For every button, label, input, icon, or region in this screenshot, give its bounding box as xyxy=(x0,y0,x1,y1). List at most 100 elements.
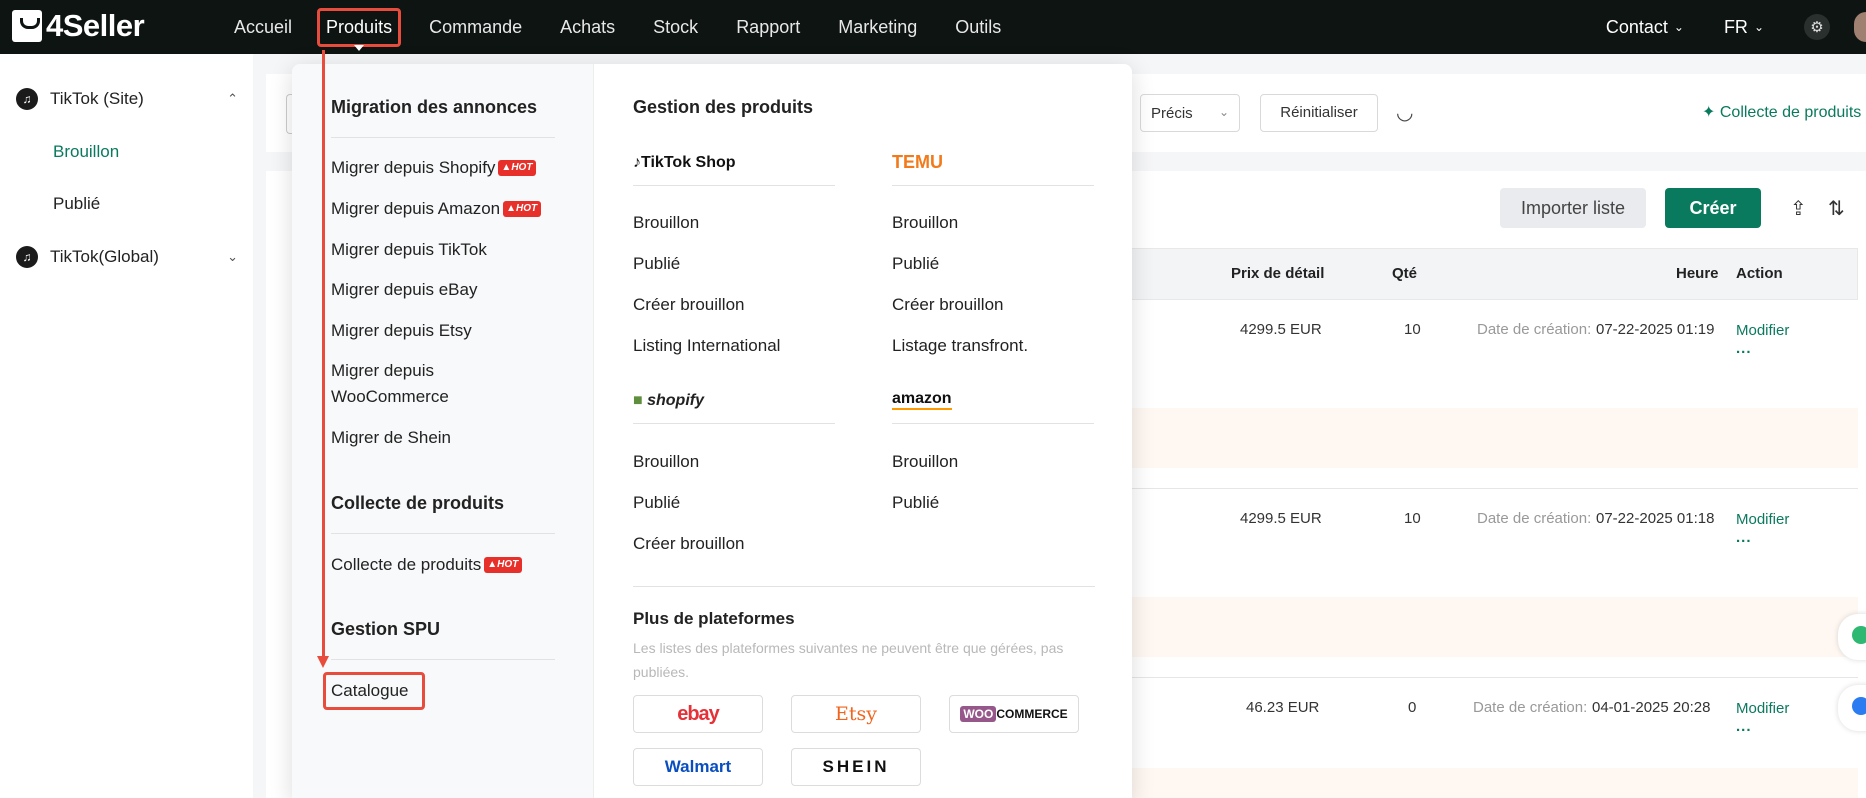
row-time-value: 04-01-2025 20:28 xyxy=(1592,699,1711,716)
menu-item-tiktok-publie[interactable]: Publié xyxy=(633,254,680,274)
shopping-bag-icon xyxy=(12,10,42,42)
etsy-platform-button[interactable]: Etsy xyxy=(791,695,921,733)
chat-icon xyxy=(1852,626,1866,644)
tiktok-icon: ♪ xyxy=(633,154,641,171)
woocommerce-platform-button[interactable]: WOO COMMERCE xyxy=(949,695,1079,733)
menu-item-label: Migrer depuis Amazon xyxy=(331,199,501,218)
menu-item-temu-brouillon[interactable]: Brouillon xyxy=(892,213,958,233)
nav-accueil[interactable]: Accueil xyxy=(234,17,292,38)
help-float-button[interactable] xyxy=(1838,685,1866,731)
fire-icon: ▲ xyxy=(501,162,512,173)
walmart-platform-button[interactable]: Walmart xyxy=(633,748,763,786)
sidebar: ♫ TikTok (Site) ⌃ Brouillon Publié ♫ Tik… xyxy=(0,54,253,798)
section-title-migration: Migration des annonces xyxy=(331,97,538,117)
row-qty: 10 xyxy=(1404,510,1421,527)
sidebar-item-brouillon[interactable]: Brouillon xyxy=(53,142,119,162)
menu-item-migrate-amazon[interactable]: Migrer depuis Amazon ▲HOT xyxy=(331,196,542,222)
ebay-platform-button[interactable]: ebay xyxy=(633,695,763,733)
more-actions-button[interactable]: ... xyxy=(1736,529,1752,546)
row-time-value: 07-22-2025 01:18 xyxy=(1596,510,1715,527)
menu-item-migrate-shopify[interactable]: Migrer depuis Shopify ▲HOT xyxy=(331,155,537,181)
menu-left-column: Migration des annonces Migrer depuis Sho… xyxy=(292,64,594,798)
nav-marketing[interactable]: Marketing xyxy=(838,17,917,38)
reset-button[interactable]: Réinitialiser xyxy=(1260,94,1378,132)
match-mode-value: Précis xyxy=(1151,105,1193,122)
chevron-down-icon: ⌄ xyxy=(227,249,238,264)
menu-item-temu-listage-transfront[interactable]: Listage transfront. xyxy=(892,336,1028,356)
import-list-button[interactable]: Importer liste xyxy=(1500,188,1646,228)
sidebar-group-label: TikTok(Global) xyxy=(50,247,159,266)
shein-platform-button[interactable]: SHEIN xyxy=(791,748,921,786)
create-button[interactable]: Créer xyxy=(1665,188,1761,228)
column-settings-icon[interactable]: ⇅ xyxy=(1828,196,1845,221)
woo-suffix: COMMERCE xyxy=(996,707,1068,721)
chevron-down-icon: ⌄ xyxy=(1218,105,1229,119)
shopify-logo-text: shopify xyxy=(647,392,704,409)
language-label: FR xyxy=(1723,16,1748,37)
avatar[interactable] xyxy=(1854,12,1866,42)
column-header-qty: Qté xyxy=(1392,265,1418,282)
chat-float-button[interactable] xyxy=(1838,614,1866,660)
column-header-action: Action xyxy=(1736,265,1783,282)
sidebar-item-publie[interactable]: Publié xyxy=(53,194,100,214)
section-title-collecte: Collecte de produits xyxy=(331,493,505,513)
brand-logo[interactable]: 4Seller xyxy=(12,8,145,44)
hot-badge: ▲HOT xyxy=(503,201,542,217)
menu-item-tiktok-listing-international[interactable]: Listing International xyxy=(633,336,780,356)
section-divider xyxy=(331,533,555,534)
menu-item-migrate-tiktok[interactable]: Migrer depuis TikTok xyxy=(331,237,487,263)
menu-item-migrate-woocommerce[interactable]: Migrer depuis WooCommerce xyxy=(331,358,449,410)
filter-icon[interactable]: ◡ xyxy=(1396,100,1413,125)
hot-label: HOT xyxy=(511,162,533,173)
menu-item-label: Migrer depuis Shopify xyxy=(331,158,496,177)
menu-item-label: Collecte de produits xyxy=(331,555,482,574)
plus-platforms-description: Les listes des plateformes suivantes ne … xyxy=(633,640,1064,680)
section-divider xyxy=(633,423,835,424)
modify-link[interactable]: Modifier xyxy=(1736,700,1789,717)
nav-commande[interactable]: Commande xyxy=(429,17,522,38)
hot-badge: ▲HOT xyxy=(484,557,523,573)
shopify-bag-icon: ■ xyxy=(633,392,648,409)
menu-item-shopify-publie[interactable]: Publié xyxy=(633,493,680,513)
menu-item-migrate-ebay[interactable]: Migrer depuis eBay xyxy=(331,277,477,303)
row-time-label: Date de création: xyxy=(1477,321,1592,338)
menu-item-temu-publie[interactable]: Publié xyxy=(892,254,939,274)
menu-item-collecte[interactable]: Collecte de produits ▲HOT xyxy=(331,552,523,578)
menu-item-amazon-brouillon[interactable]: Brouillon xyxy=(892,452,958,472)
match-mode-select[interactable]: Précis ⌄ xyxy=(1140,94,1240,132)
fire-icon: ▲ xyxy=(506,203,517,214)
woo-prefix: WOO xyxy=(960,706,997,722)
more-actions-button[interactable]: ... xyxy=(1736,718,1752,735)
annotation-arrow-line xyxy=(322,50,325,660)
nav-stock[interactable]: Stock xyxy=(653,17,698,38)
section-divider xyxy=(633,185,835,186)
menu-item-shopify-creer-brouillon[interactable]: Créer brouillon xyxy=(633,534,745,554)
menu-item-migrate-shein[interactable]: Migrer de Shein xyxy=(331,425,451,451)
menu-item-label-line2: WooCommerce xyxy=(331,387,449,406)
nav-achats[interactable]: Achats xyxy=(560,17,615,38)
menu-item-tiktok-creer-brouillon[interactable]: Créer brouillon xyxy=(633,295,745,315)
menu-item-amazon-publie[interactable]: Publié xyxy=(892,493,939,513)
menu-item-shopify-brouillon[interactable]: Brouillon xyxy=(633,452,699,472)
amazon-logo: amazon xyxy=(892,390,952,410)
sidebar-group-tiktok-global[interactable]: ♫ TikTok(Global) ⌄ xyxy=(16,246,238,268)
nav-outils[interactable]: Outils xyxy=(955,17,1001,38)
menu-item-migrate-etsy[interactable]: Migrer depuis Etsy xyxy=(331,318,472,344)
menu-item-temu-creer-brouillon[interactable]: Créer brouillon xyxy=(892,295,1004,315)
more-actions-button[interactable]: ... xyxy=(1736,340,1752,357)
section-divider xyxy=(331,137,555,138)
collect-products-link[interactable]: ✦ Collecte de produits xyxy=(1702,102,1861,122)
modify-link[interactable]: Modifier xyxy=(1736,322,1789,339)
gear-icon[interactable]: ⚙ xyxy=(1804,14,1830,40)
row-qty: 0 xyxy=(1408,699,1417,716)
section-title-spu: Gestion SPU xyxy=(331,619,441,639)
nav-rapport[interactable]: Rapport xyxy=(736,17,800,38)
export-icon[interactable]: ⇪ xyxy=(1790,196,1807,221)
language-menu[interactable]: FR ⌄ xyxy=(1724,17,1764,38)
nav-produits[interactable]: Produits xyxy=(317,7,402,51)
modify-link[interactable]: Modifier xyxy=(1736,511,1789,528)
sidebar-group-tiktok-site[interactable]: ♫ TikTok (Site) ⌃ xyxy=(16,88,238,110)
menu-item-tiktok-brouillon[interactable]: Brouillon xyxy=(633,213,699,233)
contact-menu[interactable]: Contact ⌄ xyxy=(1606,17,1684,38)
main-nav: Accueil Produits Commande Achats Stock R… xyxy=(234,0,1039,54)
